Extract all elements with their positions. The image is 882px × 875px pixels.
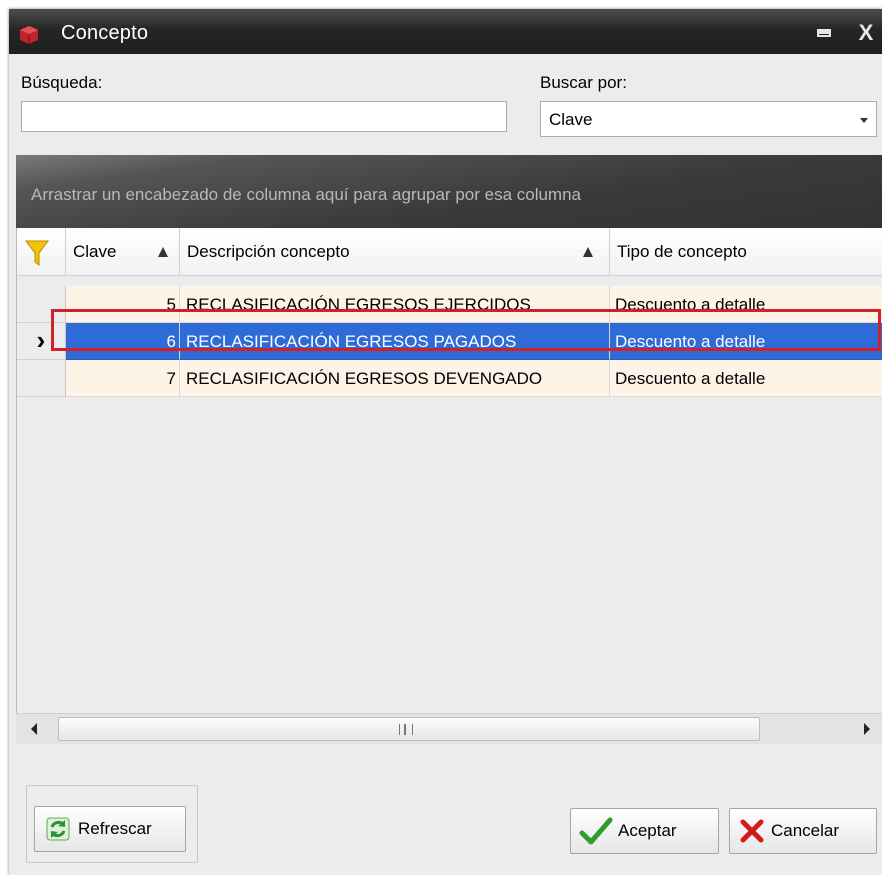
search-label: Búsqueda:	[21, 73, 103, 92]
row-indicator[interactable]	[17, 286, 66, 323]
cell-tipo[interactable]: Descuento a detalle	[610, 323, 882, 360]
cell-clave[interactable]: 5	[66, 286, 180, 323]
search-input[interactable]	[21, 101, 507, 132]
app-logo-icon	[20, 26, 38, 44]
scroll-left-icon[interactable]	[16, 714, 52, 744]
sort-ascending-icon	[583, 247, 593, 257]
green-check-icon	[579, 816, 613, 846]
funnel-icon[interactable]	[24, 238, 50, 268]
accept-button-label: Aceptar	[618, 821, 677, 840]
buscar-por-label: Buscar por:	[540, 73, 627, 92]
accept-button[interactable]: Aceptar	[570, 808, 719, 854]
red-x-icon	[738, 817, 766, 845]
cell-tipo[interactable]: Descuento a detalle	[610, 360, 882, 397]
title-bar[interactable]: Concepto X	[9, 9, 882, 54]
close-icon[interactable]: X	[851, 18, 881, 48]
cell-clave[interactable]: 6	[66, 323, 180, 360]
buscar-por-select[interactable]: Clave	[540, 101, 877, 137]
column-header-tipo-label: Tipo de concepto	[617, 242, 747, 261]
horizontal-scrollbar[interactable]	[16, 713, 882, 744]
cell-descripcion[interactable]: RECLASIFICACIÓN EGRESOS PAGADOS	[180, 323, 610, 360]
column-header-clave[interactable]: Clave	[66, 228, 180, 276]
column-header-descripcion-label: Descripción concepto	[187, 242, 350, 261]
window-title: Concepto	[61, 22, 149, 44]
refresh-arrows-icon	[43, 814, 73, 844]
group-by-hint: Arrastrar un encabezado de columna aquí …	[31, 185, 582, 204]
sort-ascending-icon	[158, 247, 168, 257]
current-row-chevron-icon[interactable]: ›	[17, 323, 66, 360]
scrollbar-thumb[interactable]	[58, 717, 760, 741]
concept-grid: Clave Descripción concepto Tipo de conce…	[16, 228, 882, 713]
concepto-dialog: Concepto X Búsqueda: Buscar por: Clave A…	[9, 9, 882, 875]
cell-descripcion[interactable]: RECLASIFICACIÓN EGRESOS DEVENGADO	[180, 360, 610, 397]
filter-header-cell[interactable]	[17, 228, 66, 276]
table-row[interactable]: 7 RECLASIFICACIÓN EGRESOS DEVENGADO Desc…	[17, 360, 882, 397]
column-header-clave-label: Clave	[73, 242, 117, 261]
cancel-button-label: Cancelar	[771, 821, 840, 840]
scroll-right-icon[interactable]	[852, 714, 882, 744]
cell-tipo[interactable]: Descuento a detalle	[610, 286, 882, 323]
buscar-por-value: Clave	[549, 110, 593, 129]
cell-clave[interactable]: 7	[66, 360, 180, 397]
cell-descripcion[interactable]: RECLASIFICACIÓN EGRESOS EJERCIDOS	[180, 286, 610, 323]
table-row-selected[interactable]: › 6 RECLASIFICACIÓN EGRESOS PAGADOS Desc…	[17, 323, 882, 360]
group-by-panel[interactable]: Arrastrar un encabezado de columna aquí …	[16, 155, 882, 228]
cancel-button[interactable]: Cancelar	[729, 808, 877, 854]
row-indicator[interactable]	[17, 360, 66, 397]
column-header-tipo[interactable]: Tipo de concepto	[610, 228, 882, 276]
maximize-icon[interactable]	[809, 18, 839, 48]
refresh-button[interactable]: Refrescar	[34, 806, 186, 852]
table-row[interactable]: 5 RECLASIFICACIÓN EGRESOS EJERCIDOS Desc…	[17, 286, 882, 323]
column-header-descripcion[interactable]: Descripción concepto	[180, 228, 610, 276]
refresh-button-label: Refrescar	[78, 819, 152, 838]
chevron-down-icon[interactable]	[860, 118, 868, 123]
